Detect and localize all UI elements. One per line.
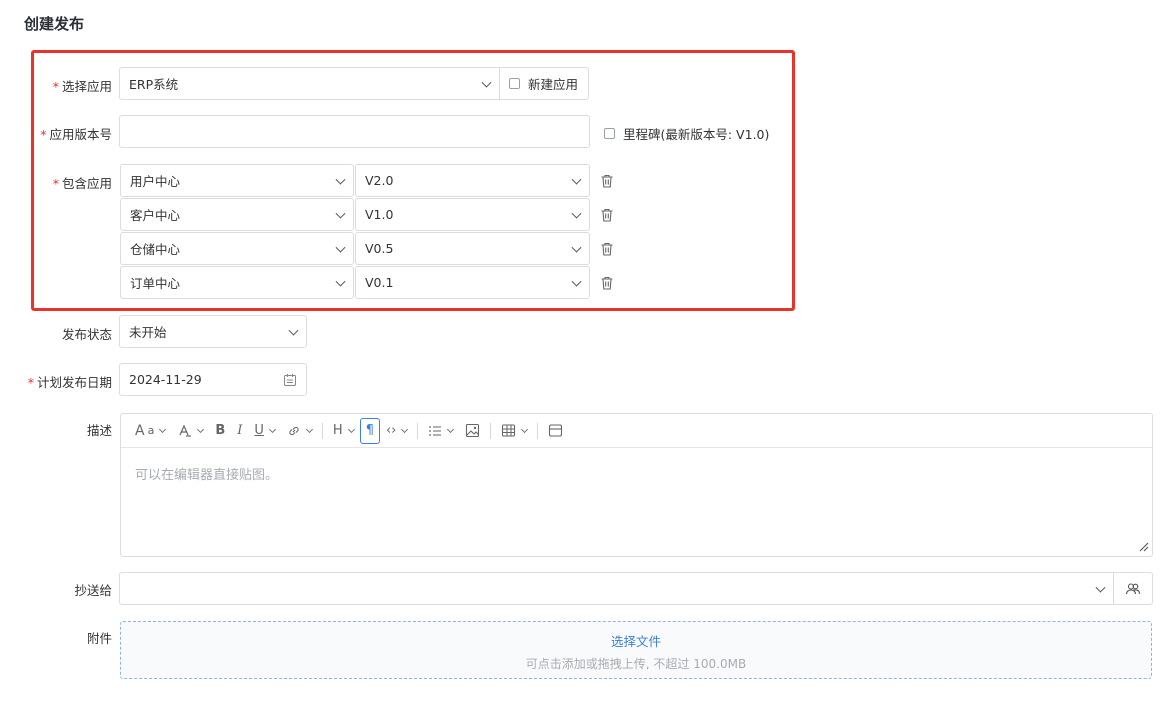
chevron-down-icon [288, 325, 299, 336]
chevron-down-icon [571, 208, 582, 219]
chevron-down-icon [335, 208, 346, 219]
upload-hint: 可点击添加或拖拽上传, 不超过 100.0MB [525, 657, 747, 671]
users-icon [1125, 582, 1141, 594]
attachment-label: 附件 [86, 631, 112, 646]
trash-icon[interactable] [599, 241, 615, 257]
included-app-select[interactable]: 仓储中心 [120, 232, 354, 265]
embed-icon[interactable] [542, 418, 569, 444]
calendar-icon [284, 374, 296, 386]
checkbox-icon [509, 78, 520, 89]
included-app-select[interactable]: 客户中心 [120, 198, 354, 231]
included-version-select[interactable]: V1.0 [355, 198, 590, 231]
editor-toolbar: Aa B I U H ¶ ‹› [121, 414, 1152, 448]
chevron-down-icon [571, 242, 582, 253]
milestone-checkbox[interactable]: 里程碑(最新版本号: V1.0) [604, 124, 769, 143]
chevron-down-icon [571, 174, 582, 185]
list-icon[interactable] [422, 418, 459, 444]
description-label: 描述 [86, 423, 112, 438]
image-icon[interactable] [459, 418, 486, 444]
heading-icon[interactable]: H [327, 418, 360, 444]
chevron-down-icon [335, 276, 346, 287]
trash-icon[interactable] [599, 173, 615, 189]
font-size-icon[interactable]: Aa [129, 418, 171, 444]
cc-label: 抄送给 [74, 583, 112, 598]
app-label: * 选择应用 [52, 79, 112, 94]
trash-icon[interactable] [599, 207, 615, 223]
upload-area[interactable]: 选择文件 可点击添加或拖拽上传, 不超过 100.0MB [120, 621, 1152, 679]
italic-icon[interactable]: I [231, 418, 248, 444]
chevron-down-icon [335, 174, 346, 185]
trash-icon[interactable] [599, 275, 615, 291]
chevron-down-icon [571, 276, 582, 287]
cc-select[interactable] [119, 572, 1114, 605]
included-apps-label: * 包含应用 [52, 176, 112, 191]
chevron-down-icon [481, 77, 492, 88]
chevron-down-icon [1095, 582, 1106, 593]
checkbox-icon [604, 128, 615, 139]
paragraph-icon[interactable]: ¶ [359, 417, 380, 444]
text-color-icon[interactable] [171, 418, 209, 444]
included-app-select[interactable]: 用户中心 [120, 164, 354, 197]
included-version-select[interactable]: V0.5 [355, 232, 590, 265]
table-icon[interactable] [495, 418, 533, 444]
included-version-select[interactable]: V0.1 [355, 266, 590, 299]
date-picker[interactable]: 2024-11-29 [119, 363, 307, 396]
version-label: * 应用版本号 [40, 127, 112, 142]
date-label: * 计划发布日期 [27, 375, 112, 390]
new-app-checkbox[interactable]: 新建应用 [499, 67, 589, 100]
select-file-link[interactable]: 选择文件 [121, 631, 1151, 650]
resize-handle-icon[interactable] [1138, 541, 1149, 552]
app-select[interactable]: ERP系统 [119, 67, 500, 100]
link-icon[interactable] [281, 418, 318, 444]
chevron-down-icon [335, 242, 346, 253]
page-title: 创建发布 [24, 15, 85, 33]
select-users-button[interactable] [1113, 572, 1153, 605]
status-label: 发布状态 [61, 327, 112, 342]
included-app-select[interactable]: 订单中心 [120, 266, 354, 299]
included-version-select[interactable]: V2.0 [355, 164, 590, 197]
editor-placeholder: 可以在编辑器直接贴图。 [135, 468, 279, 483]
version-input[interactable] [119, 115, 590, 148]
underline-icon[interactable]: U [248, 418, 281, 444]
code-icon[interactable]: ‹› [380, 418, 413, 444]
bold-icon[interactable]: B [209, 418, 231, 444]
status-select[interactable]: 未开始 [119, 315, 307, 348]
